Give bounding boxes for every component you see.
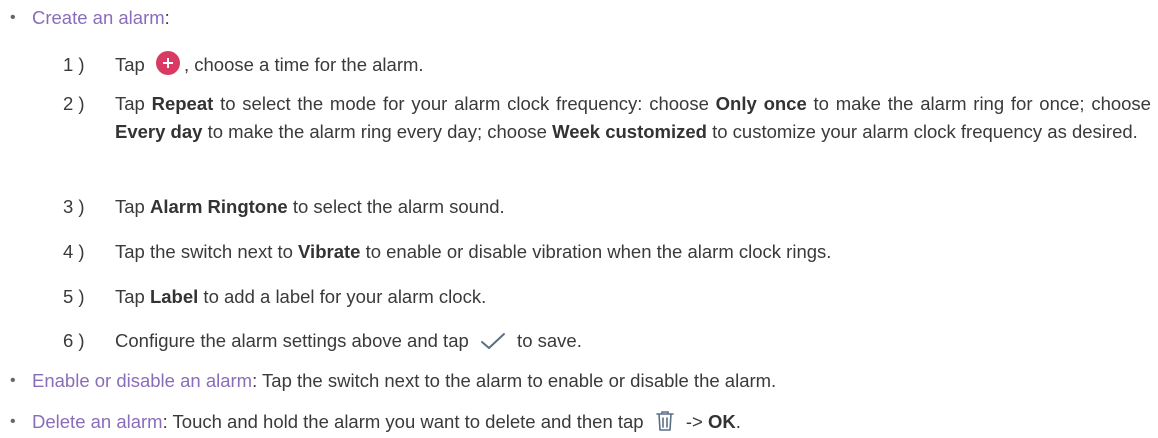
- step-text-pre: Configure the alarm settings above and t…: [115, 330, 474, 351]
- text-seg: Tap: [115, 196, 150, 217]
- bullet-text: Delete an alarm: Touch and hold the alar…: [32, 410, 741, 438]
- every-day-term: Every day: [115, 121, 203, 142]
- delete-alarm-link[interactable]: Delete an alarm: [32, 411, 163, 432]
- step-number: 6 ): [63, 330, 85, 351]
- step-number: 3 ): [63, 196, 85, 217]
- text-seg: to make the alarm ring every day; choose: [202, 121, 553, 142]
- period: .: [735, 411, 741, 432]
- only-once-term: Only once: [715, 93, 807, 114]
- text-seg: to make the alarm ring for once; choose: [806, 93, 1151, 114]
- bullet-dot: •: [10, 9, 16, 26]
- step-text-pre: Tap: [115, 54, 150, 75]
- text-seg: Tap: [115, 93, 152, 114]
- text-seg: to enable or disable vibration when the …: [360, 241, 832, 262]
- step-number: 5 ): [63, 286, 85, 307]
- enable-disable-link[interactable]: Enable or disable an alarm: [32, 370, 252, 391]
- step-number: 2 ): [63, 93, 85, 114]
- vibrate-term: Vibrate: [298, 241, 361, 262]
- ok-term: OK: [707, 411, 736, 432]
- enable-description: : Tap the switch next to the alarm to en…: [252, 370, 777, 391]
- text-seg: Tap the switch next to: [115, 241, 299, 262]
- bullet-dot: •: [10, 413, 16, 430]
- step-text: Tap the switch next to Vibrate to enable…: [115, 238, 1151, 266]
- step-number: 4 ): [63, 241, 85, 262]
- bullet-text: Create an alarm:: [32, 6, 170, 30]
- alarm-instructions: • Create an alarm: 1 ) Tap , choose a ti…: [0, 0, 1158, 437]
- text-seg: Tap: [115, 286, 150, 307]
- trash-icon: [655, 410, 675, 438]
- text-seg: to customize your alarm clock frequency …: [706, 121, 1138, 142]
- step-number: 1 ): [63, 54, 85, 75]
- week-customized-term: Week customized: [552, 121, 707, 142]
- step-text: Configure the alarm settings above and t…: [115, 327, 1151, 359]
- bullet-text: Enable or disable an alarm: Tap the swit…: [32, 369, 776, 393]
- step-text-post: , choose a time for the alarm.: [183, 54, 424, 75]
- step-text: Tap Repeat to select the mode for your a…: [115, 90, 1151, 146]
- step-text: Tap Label to add a label for your alarm …: [115, 283, 1151, 311]
- text-seg: to add a label for your alarm clock.: [198, 286, 487, 307]
- arrow-text: ->: [680, 411, 703, 432]
- text-seg: to select the alarm sound.: [287, 196, 505, 217]
- step-text-post: to save.: [511, 330, 582, 351]
- bullet-dot: •: [10, 372, 16, 389]
- plus-icon: [155, 51, 180, 75]
- text-seg: to select the mode for your alarm clock …: [213, 93, 716, 114]
- check-icon: [480, 331, 506, 359]
- alarm-ringtone-term: Alarm Ringtone: [149, 196, 288, 217]
- step-text: Tap Alarm Ringtone to select the alarm s…: [115, 193, 1151, 221]
- colon: :: [164, 7, 170, 28]
- label-term: Label: [149, 286, 199, 307]
- repeat-term: Repeat: [151, 93, 214, 114]
- step-text: Tap , choose a time for the alarm.: [115, 51, 1151, 79]
- delete-description: : Touch and hold the alarm you want to d…: [162, 411, 649, 432]
- create-alarm-link[interactable]: Create an alarm: [32, 7, 165, 28]
